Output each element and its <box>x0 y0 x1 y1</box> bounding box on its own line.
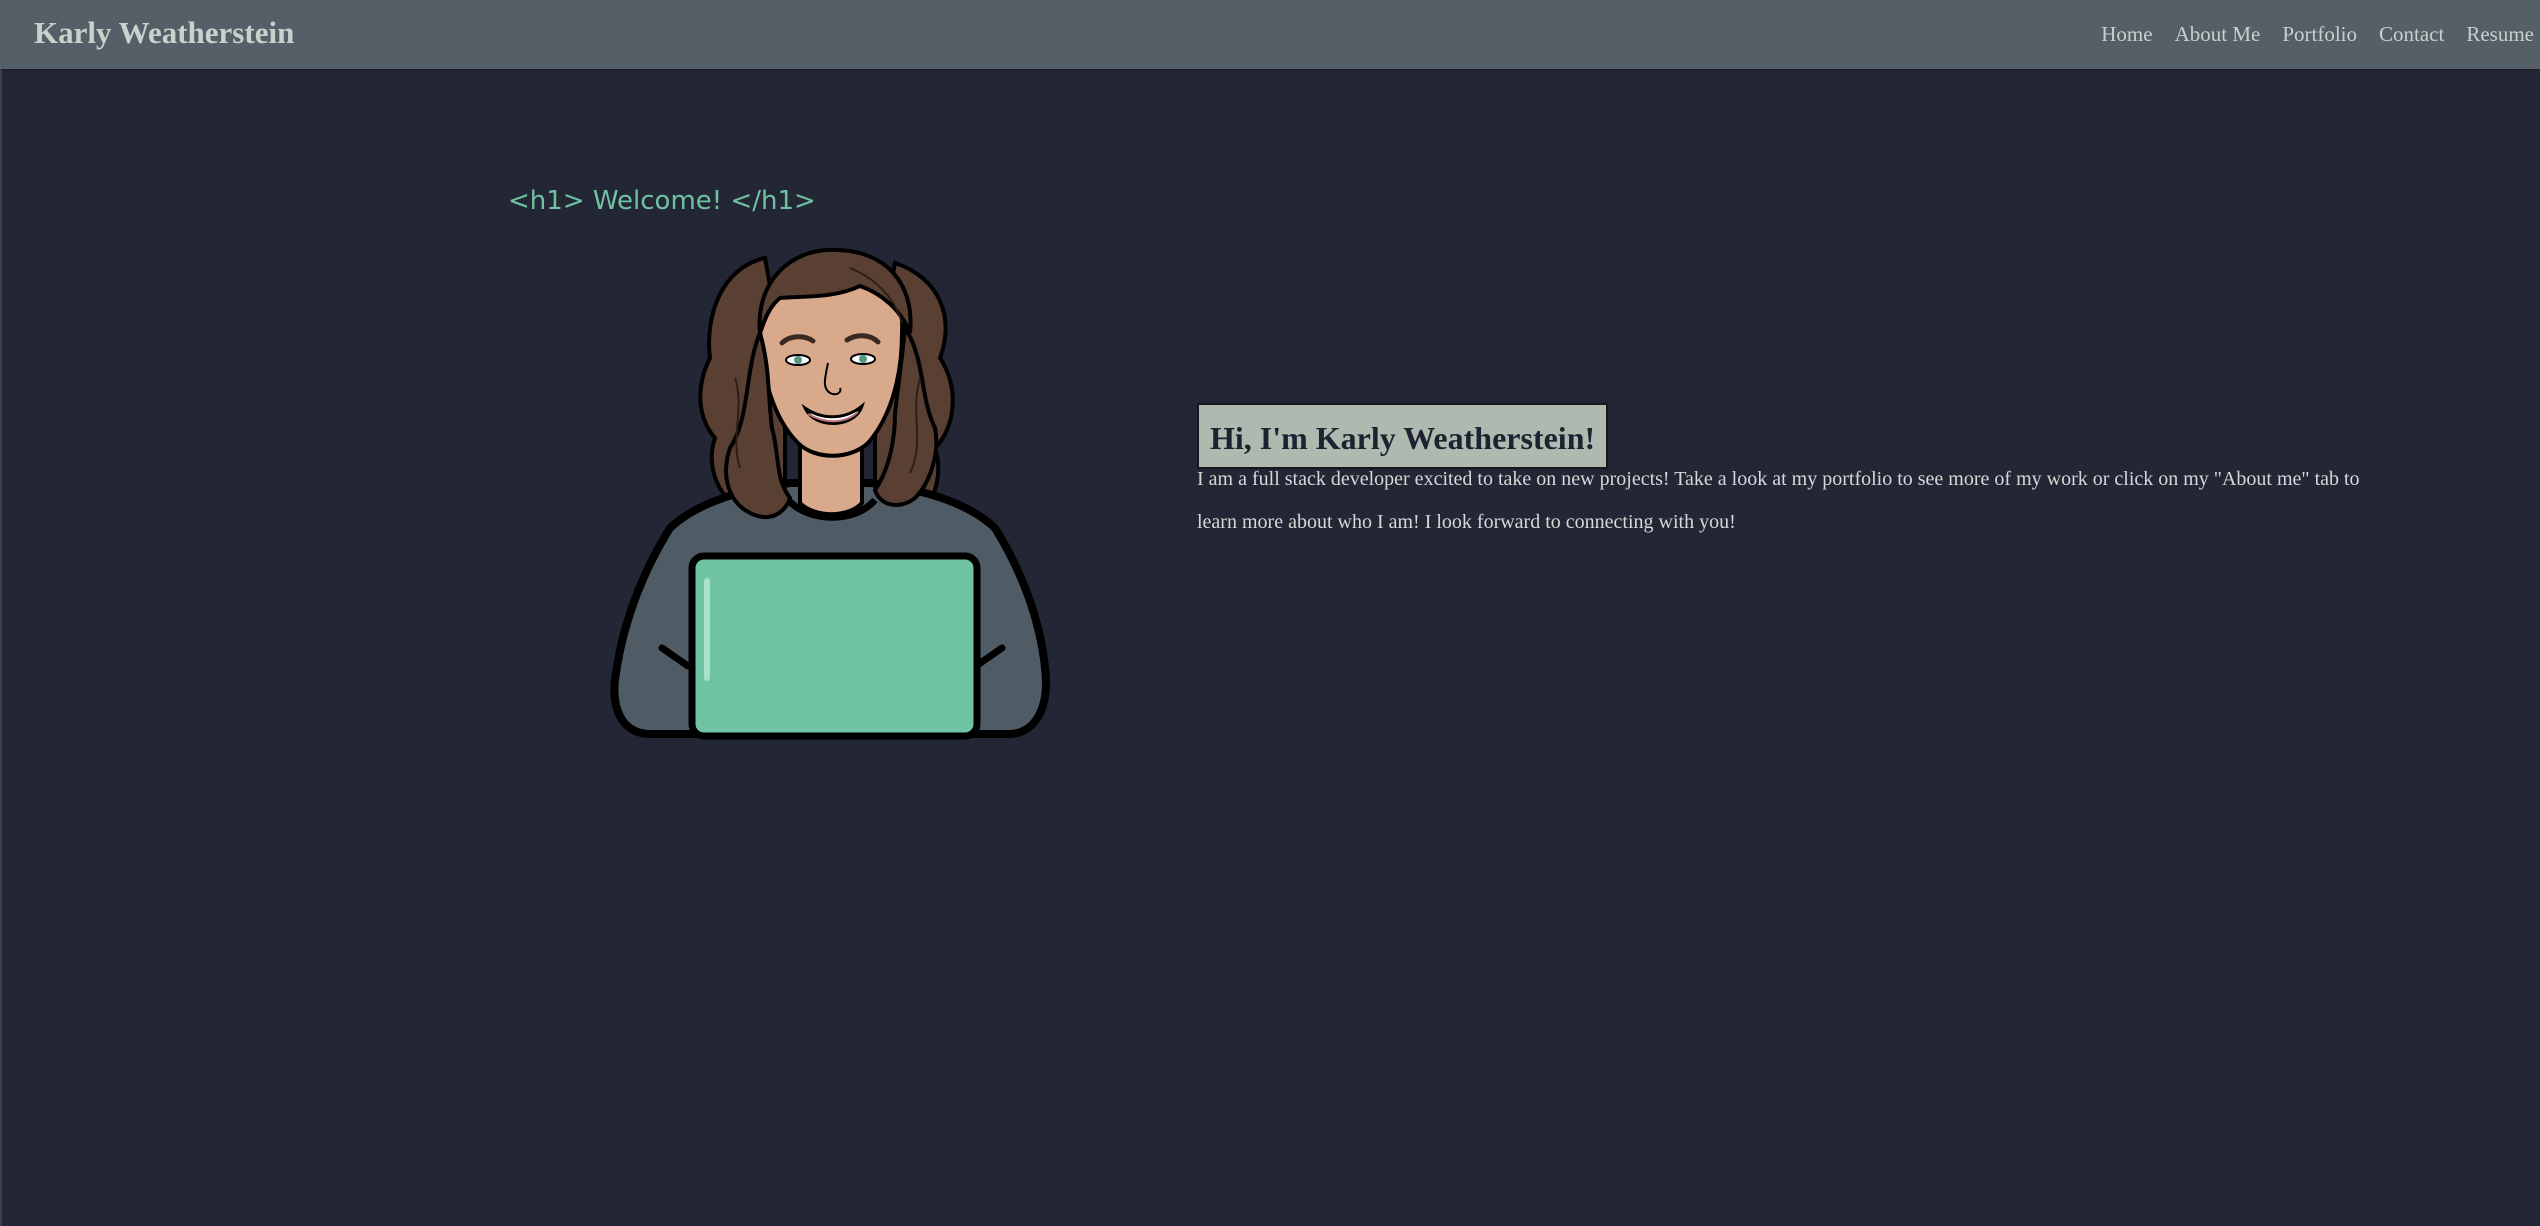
brand-link[interactable]: Karly Weatherstein <box>34 0 294 69</box>
nav-link-resume[interactable]: Resume <box>2466 22 2534 47</box>
page-left-border <box>0 69 2 1226</box>
nav-link-about-me[interactable]: About Me <box>2175 22 2261 47</box>
nav-link-contact[interactable]: Contact <box>2379 22 2444 47</box>
nav-link-home[interactable]: Home <box>2101 22 2152 47</box>
welcome-code-heading: <h1> Welcome! </h1> <box>508 186 816 216</box>
bio-paragraph: I am a full stack developer excited to t… <box>1197 468 2360 533</box>
navbar: Karly Weatherstein Home About Me Portfol… <box>0 0 2540 69</box>
nav-links: Home About Me Portfolio Contact Resume <box>2079 0 2534 69</box>
avatar-illustration <box>610 247 1050 740</box>
nav-link-portfolio[interactable]: Portfolio <box>2282 22 2357 47</box>
